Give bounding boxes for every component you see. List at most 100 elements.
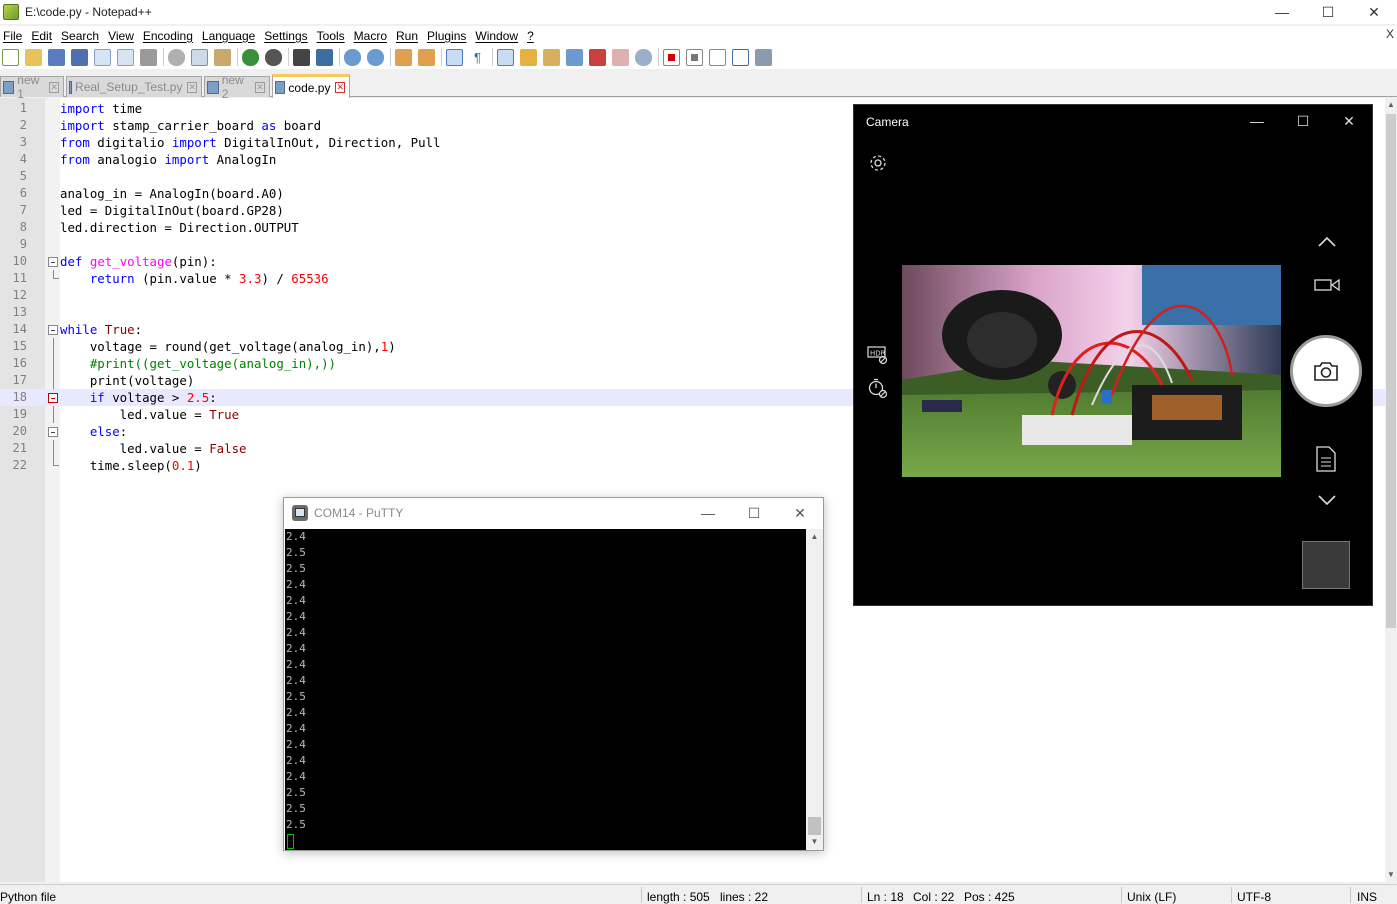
word-wrap-icon[interactable] — [446, 48, 463, 66]
undo-icon[interactable] — [242, 48, 259, 66]
tab-real-setup-test[interactable]: Real_Setup_Test.py ✕ — [66, 76, 202, 97]
find-icon[interactable] — [293, 48, 310, 66]
replace-icon[interactable] — [316, 48, 333, 66]
tab-new-1[interactable]: new 1 ✕ — [0, 73, 64, 101]
record-macro-icon[interactable] — [663, 48, 680, 66]
terminal-output-line: 2.4 — [286, 578, 306, 591]
fold-toggle-icon[interactable] — [48, 257, 58, 267]
menu-language[interactable]: Language — [199, 29, 261, 43]
terminal-scrollbar[interactable]: ▲ ▼ — [806, 529, 823, 850]
fold-toggle-icon[interactable] — [48, 393, 58, 403]
tab-close-icon[interactable]: ✕ — [335, 82, 345, 93]
menu-run[interactable]: Run — [393, 29, 424, 43]
close-document-button[interactable]: X — [1386, 27, 1394, 41]
paste-icon[interactable] — [214, 48, 231, 66]
menu-plugins[interactable]: Plugins — [424, 29, 472, 43]
hdr-icon[interactable]: HDR — [867, 345, 889, 365]
menu-help[interactable]: ? — [524, 29, 540, 43]
tab-new-2[interactable]: new 2 ✕ — [204, 73, 270, 101]
chevron-down-icon[interactable] — [1314, 491, 1340, 509]
status-bar: Python file length : 505 lines : 22 Ln :… — [0, 884, 1397, 904]
redo-icon[interactable] — [265, 48, 282, 66]
code-text: led.value = True — [60, 407, 240, 422]
chevron-up-icon[interactable] — [1314, 233, 1340, 251]
monitor-icon[interactable] — [612, 48, 629, 66]
settings-gear-icon[interactable] — [867, 152, 889, 174]
copy-icon[interactable] — [191, 48, 208, 66]
udl-icon[interactable] — [520, 48, 537, 66]
close-all-icon[interactable] — [117, 48, 134, 66]
zoom-in-icon[interactable] — [344, 48, 361, 66]
maximize-button[interactable]: ☐ — [1305, 0, 1351, 24]
file-icon — [69, 80, 73, 94]
putty-title-bar[interactable]: COM14 - PuTTY — ☐ ✕ — [284, 498, 823, 528]
show-all-chars-icon[interactable]: ¶ — [469, 48, 486, 66]
folder-workspace-icon[interactable] — [589, 48, 606, 66]
scroll-down-arrow-icon[interactable]: ▼ — [806, 834, 823, 850]
close-icon[interactable] — [94, 48, 111, 66]
menu-view[interactable]: View — [105, 29, 140, 43]
camera-app-window[interactable]: Camera — ☐ ✕ HDR — [853, 104, 1373, 606]
save-macro-icon[interactable] — [755, 48, 772, 66]
fold-toggle-icon[interactable] — [48, 427, 58, 437]
tab-close-icon[interactable]: ✕ — [187, 81, 197, 93]
menu-window[interactable]: Window — [472, 29, 524, 43]
scrollbar-thumb[interactable] — [1386, 114, 1396, 628]
menu-macro[interactable]: Macro — [351, 29, 393, 43]
tab-code-py[interactable]: code.py ✕ — [272, 74, 350, 98]
camera-minimize-button[interactable]: — — [1234, 105, 1280, 137]
tab-close-icon[interactable]: ✕ — [255, 81, 265, 93]
save-icon[interactable] — [48, 48, 65, 66]
camera-close-button[interactable]: ✕ — [1326, 105, 1372, 137]
video-mode-icon[interactable] — [1312, 275, 1342, 295]
scroll-down-arrow-icon[interactable]: ▼ — [1385, 868, 1397, 882]
code-text: else: — [89, 424, 128, 439]
last-photo-thumbnail[interactable] — [1302, 541, 1350, 589]
save-all-icon[interactable] — [71, 48, 88, 66]
terminal-output-line: 2.5 — [286, 802, 306, 815]
new-file-icon[interactable] — [2, 48, 19, 66]
camera-icon — [1314, 362, 1338, 381]
menu-file[interactable]: File — [0, 29, 28, 43]
editor-vertical-scrollbar[interactable]: ▲ ▼ — [1385, 98, 1397, 882]
menu-encoding[interactable]: Encoding — [140, 29, 199, 43]
code-text: import stamp_carrier_board as board — [60, 118, 322, 133]
menu-settings[interactable]: Settings — [261, 29, 313, 43]
play-macro-icon[interactable] — [709, 48, 726, 66]
menu-search[interactable]: Search — [58, 29, 105, 43]
fold-toggle-icon[interactable] — [48, 325, 58, 335]
print-icon[interactable] — [140, 48, 157, 66]
sync-h-icon[interactable] — [418, 48, 435, 66]
document-scan-icon[interactable] — [1314, 445, 1338, 473]
putty-close-button[interactable]: ✕ — [777, 498, 823, 528]
minimize-button[interactable]: — — [1259, 0, 1305, 24]
timer-icon[interactable] — [867, 377, 889, 399]
eye-icon[interactable] — [635, 48, 652, 66]
putty-window[interactable]: COM14 - PuTTY — ☐ ✕ 2.4 2.5 2.5 2.4 2.4 2.4 2.… — [283, 497, 824, 851]
serial-terminal[interactable]: 2.4 2.5 2.5 2.4 2.4 2.4 2.4 2.4 2.4 2.4 2.5 2.4 2.4 2… — [285, 529, 806, 850]
indent-guide-icon[interactable] — [497, 48, 514, 66]
desktop: E:\code.py - Notepad++ — ☐ ✕ File Edit S… — [0, 0, 1397, 904]
menu-edit[interactable]: Edit — [28, 29, 58, 43]
putty-maximize-button[interactable]: ☐ — [731, 498, 777, 528]
doc-map-icon[interactable] — [543, 48, 560, 66]
close-button[interactable]: ✕ — [1351, 0, 1397, 24]
cut-icon[interactable] — [168, 48, 185, 66]
run-macro-multiple-icon[interactable] — [732, 48, 749, 66]
tab-close-icon[interactable]: ✕ — [49, 81, 59, 93]
status-eol: Unix (LF) — [1127, 890, 1177, 904]
scroll-up-arrow-icon[interactable]: ▲ — [806, 529, 823, 545]
photo-shutter-button[interactable] — [1290, 335, 1362, 407]
line-number: 20 — [12, 424, 27, 438]
menu-tools[interactable]: Tools — [314, 29, 351, 43]
toolbar: ¶ — [0, 45, 1397, 69]
zoom-out-icon[interactable] — [367, 48, 384, 66]
function-list-icon[interactable] — [566, 48, 583, 66]
sync-v-icon[interactable] — [395, 48, 412, 66]
camera-maximize-button[interactable]: ☐ — [1280, 105, 1326, 137]
putty-minimize-button[interactable]: — — [685, 498, 731, 528]
open-file-icon[interactable] — [25, 48, 42, 66]
stop-macro-icon[interactable] — [686, 48, 703, 66]
terminal-scroll-thumb[interactable] — [808, 817, 821, 835]
scroll-up-arrow-icon[interactable]: ▲ — [1385, 98, 1397, 112]
